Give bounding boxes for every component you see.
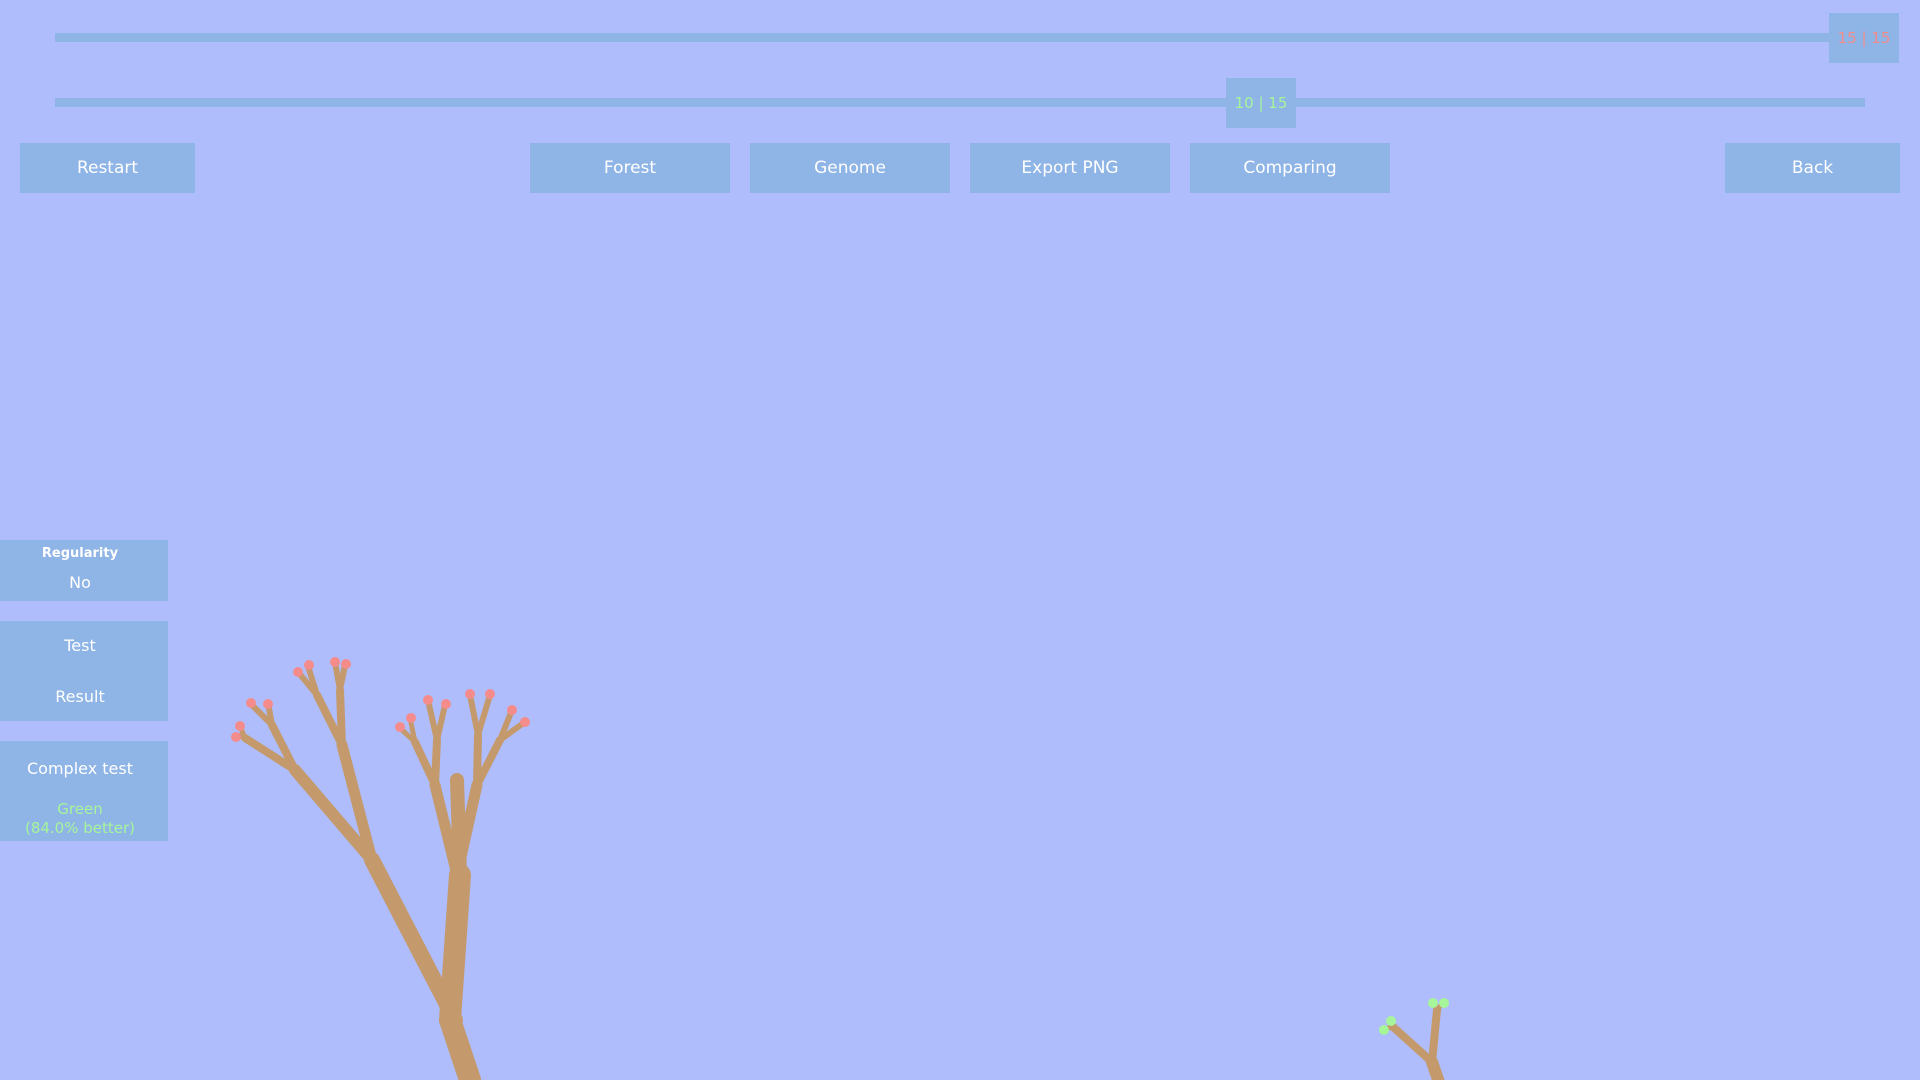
leaf (246, 698, 256, 708)
leaf (520, 717, 530, 727)
tree-red (235, 659, 528, 1080)
leaf (423, 695, 433, 705)
tree-red-branch (475, 692, 493, 738)
leaf (507, 705, 517, 715)
leaf (406, 713, 416, 723)
tree-red-branch (434, 702, 448, 743)
leaf (465, 689, 475, 699)
leaf (235, 721, 245, 731)
leaf (441, 699, 451, 709)
forest-canvas (231, 657, 1449, 1080)
leaf (263, 699, 273, 709)
leaf (341, 659, 351, 669)
leaf (395, 722, 405, 732)
tree-green (1382, 1000, 1446, 1080)
tree-red-branch (364, 852, 463, 1028)
tree-red-trunk (438, 864, 481, 1080)
tree-green-branch (1428, 1006, 1441, 1066)
tree-red-branch (336, 686, 346, 749)
leaf (330, 657, 340, 667)
leaf (1439, 998, 1449, 1008)
leaf (485, 689, 495, 699)
leaf (1386, 1016, 1396, 1026)
tree-green-branch (1388, 1022, 1436, 1066)
tree-red-branch (337, 662, 348, 693)
leaf (231, 732, 241, 742)
leaf (1428, 998, 1438, 1008)
tree-red-branch (431, 736, 441, 789)
leaf (304, 660, 314, 670)
leaf (293, 667, 303, 677)
leaf (1379, 1025, 1389, 1035)
